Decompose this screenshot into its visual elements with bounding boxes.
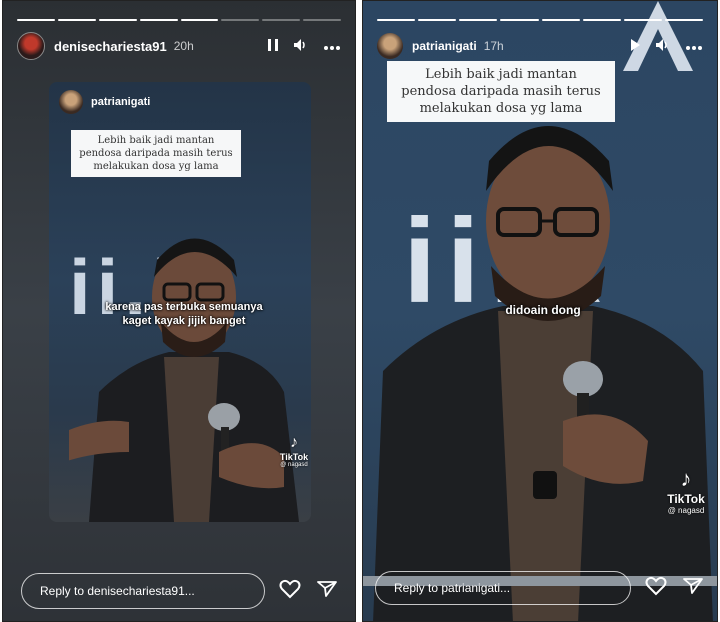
play-icon[interactable] — [629, 38, 641, 54]
tiktok-watermark: ♪ TikTok @ nagasd — [277, 434, 311, 468]
story-progress-bar — [377, 19, 703, 21]
progress-segment — [98, 19, 137, 21]
caption-line: Lebih baik jadi mantan — [425, 67, 577, 82]
more-icon[interactable] — [323, 39, 341, 53]
subtitle-line: karena pas terbuka semuanya — [105, 301, 263, 313]
avatar[interactable] — [377, 33, 403, 59]
progress-segment — [377, 19, 416, 21]
video-subtitle: karena pas terbuka semuanya kaget kayak … — [89, 300, 279, 328]
pause-icon[interactable] — [267, 38, 279, 54]
tiktok-label: TikTok — [279, 452, 309, 462]
story-header: patrianigati 17h — [377, 31, 703, 61]
story-time: 20h — [173, 39, 194, 53]
heart-icon[interactable] — [279, 579, 301, 604]
caption-line: melakukan dosa yg lama — [93, 161, 219, 172]
volume-icon[interactable] — [655, 38, 671, 54]
heart-icon[interactable] — [645, 576, 667, 601]
progress-segment — [180, 19, 219, 21]
avatar[interactable] — [17, 32, 45, 60]
speaker-figure — [363, 121, 717, 621]
send-icon[interactable] — [317, 580, 337, 603]
shared-post-card[interactable]: ii.k patrianigati Lebih baik jadi mantan… — [49, 82, 311, 522]
progress-segment — [582, 19, 621, 21]
shared-post-header: patrianigati — [59, 90, 150, 114]
story-username[interactable]: patrianigati — [412, 39, 477, 53]
shared-post-username[interactable]: patrianigati — [91, 96, 150, 108]
story-viewer-right: ii.k patrianiga — [362, 0, 718, 622]
speaker-figure — [64, 222, 309, 522]
progress-segment — [262, 19, 301, 21]
story-header: denisechariesta91 20h — [17, 31, 341, 61]
more-icon[interactable] — [685, 39, 703, 53]
caption-line: melakukan dosa yg lama — [419, 101, 583, 116]
send-icon[interactable] — [683, 577, 703, 600]
progress-segment — [418, 19, 457, 21]
story-viewer-left: denisechariesta91 20h ii.k patrianigati … — [2, 0, 356, 622]
progress-segment — [17, 19, 55, 21]
progress-segment — [623, 19, 662, 21]
caption-line: pendosa daripada masih terus — [401, 84, 601, 99]
caption-box: Lebih baik jadi mantan pendosa daripada … — [387, 61, 615, 122]
subtitle-line: kaget kayak jijik banget — [122, 315, 246, 327]
caption-line: pendosa daripada masih terus — [79, 148, 233, 159]
story-time: 17h — [483, 39, 504, 53]
progress-segment — [459, 19, 498, 21]
avatar[interactable] — [59, 90, 83, 114]
reply-bar: Reply to patrianigati... — [375, 571, 703, 605]
story-progress-bar — [17, 19, 341, 21]
tiktok-logo-icon: ♪ — [680, 466, 692, 491]
progress-segment — [664, 19, 703, 21]
caption-line: Lebih baik jadi mantan — [97, 135, 215, 146]
progress-segment — [139, 19, 178, 21]
tiktok-watermark: ♪ TikTok @ nagasd — [661, 466, 711, 515]
progress-segment — [500, 19, 539, 21]
progress-segment — [303, 19, 341, 21]
tiktok-handle: @ nagasd — [280, 462, 308, 468]
progress-segment — [541, 19, 580, 21]
caption-box: Lebih baik jadi mantan pendosa daripada … — [71, 130, 241, 177]
progress-segment — [221, 19, 260, 21]
story-username[interactable]: denisechariesta91 — [54, 39, 167, 54]
tiktok-handle: @ nagasd — [667, 506, 705, 515]
video-subtitle: didoain dong — [505, 303, 581, 317]
reply-input[interactable]: Reply to patrianigati... — [375, 571, 631, 605]
reply-bar: Reply to denisechariesta91... — [21, 573, 337, 609]
tiktok-logo-icon: ♪ — [290, 434, 298, 451]
reply-input[interactable]: Reply to denisechariesta91... — [21, 573, 265, 609]
tiktok-label: TikTok — [667, 492, 705, 506]
volume-icon[interactable] — [293, 38, 309, 54]
progress-segment — [57, 19, 96, 21]
